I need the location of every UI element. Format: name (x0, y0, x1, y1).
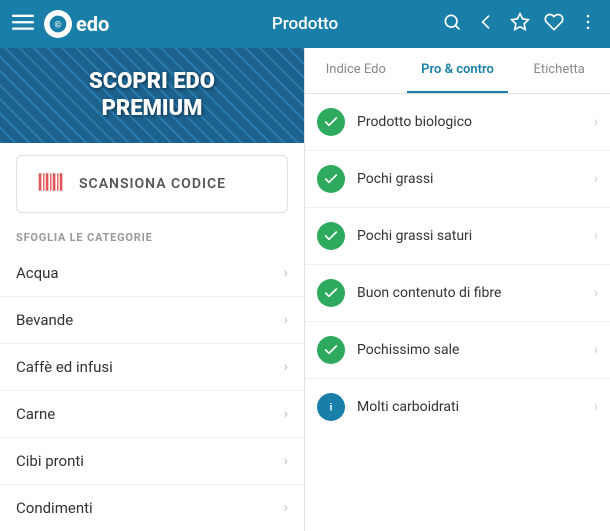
star-icon[interactable] (510, 12, 530, 36)
right-panel: Indice EdoPro & controEtichetta Prodotto… (305, 48, 610, 531)
status-icon-green (317, 108, 345, 136)
chevron-right-icon: › (284, 453, 288, 469)
category-name: Caffè ed infusi (16, 358, 113, 376)
chevron-right-icon: › (594, 114, 598, 130)
main-content: SCOPRI EDO PREMIUM SCANSIONA CODICE SFOG… (0, 48, 610, 531)
status-icon-green (317, 336, 345, 364)
pros-cons-item[interactable]: Pochissimo sale › (305, 322, 610, 379)
pros-cons-list: Prodotto biologico › Pochi grassi › Poch… (305, 94, 610, 531)
page-title: Prodotto (172, 14, 438, 34)
back-icon[interactable] (476, 12, 496, 36)
pros-cons-item[interactable]: Buon contenuto di fibre › (305, 265, 610, 322)
pros-cons-label: Molti carboidrati (357, 399, 582, 415)
logo-text: edo (76, 12, 109, 36)
search-icon[interactable] (442, 12, 462, 36)
nav-right (438, 12, 598, 36)
pros-cons-label: Buon contenuto di fibre (357, 285, 582, 301)
scan-label: SCANSIONA CODICE (79, 176, 226, 192)
status-icon-info: i (317, 393, 345, 421)
category-name: Carne (16, 405, 55, 423)
svg-text:i: i (330, 402, 333, 413)
chevron-right-icon: › (284, 500, 288, 516)
pros-cons-item[interactable]: i Molti carboidrati › (305, 379, 610, 435)
chevron-right-icon: › (594, 228, 598, 244)
top-navigation: © edo Prodotto (0, 0, 610, 48)
chevron-right-icon: › (594, 171, 598, 187)
heart-icon[interactable] (544, 12, 564, 36)
pros-cons-label: Prodotto biologico (357, 114, 582, 130)
status-icon-green (317, 165, 345, 193)
left-panel: SCOPRI EDO PREMIUM SCANSIONA CODICE SFOG… (0, 48, 305, 531)
svg-text:©: © (55, 19, 62, 29)
pros-cons-item[interactable]: Pochi grassi › (305, 151, 610, 208)
pros-cons-label: Pochissimo sale (357, 342, 582, 358)
category-item[interactable]: Condimenti › (0, 485, 304, 531)
tab-indice-edo[interactable]: Indice Edo (305, 48, 407, 93)
status-icon-green (317, 279, 345, 307)
tab-etichetta[interactable]: Etichetta (508, 48, 610, 93)
pros-cons-label: Pochi grassi (357, 171, 582, 187)
category-name: Acqua (16, 264, 59, 282)
chevron-right-icon: › (284, 359, 288, 375)
pros-cons-label: Pochi grassi saturi (357, 228, 582, 244)
promo-banner[interactable]: SCOPRI EDO PREMIUM (0, 48, 304, 143)
status-icon-green (317, 222, 345, 250)
nav-left: © edo (12, 10, 172, 38)
tabs-bar: Indice EdoPro & controEtichetta (305, 48, 610, 94)
chevron-right-icon: › (594, 399, 598, 415)
pros-cons-item[interactable]: Pochi grassi saturi › (305, 208, 610, 265)
logo-circle: © (44, 10, 72, 38)
category-item[interactable]: Bevande › (0, 297, 304, 344)
logo: © edo (44, 10, 109, 38)
promo-text: SCOPRI EDO PREMIUM (89, 69, 215, 122)
category-list: Acqua › Bevande › Caffè ed infusi › Carn… (0, 250, 304, 531)
chevron-right-icon: › (284, 406, 288, 422)
tab-pro--contro[interactable]: Pro & contro (407, 48, 509, 93)
chevron-right-icon: › (594, 342, 598, 358)
category-item[interactable]: Carne › (0, 391, 304, 438)
category-name: Bevande (16, 311, 73, 329)
chevron-right-icon: › (284, 265, 288, 281)
pros-cons-item[interactable]: Prodotto biologico › (305, 94, 610, 151)
category-item[interactable]: Cibi pronti › (0, 438, 304, 485)
barcode-icon (37, 168, 65, 200)
menu-icon[interactable] (12, 11, 34, 38)
more-icon[interactable] (578, 12, 598, 36)
category-item[interactable]: Caffè ed infusi › (0, 344, 304, 391)
chevron-right-icon: › (594, 285, 598, 301)
categories-header: SFOGLIA LE CATEGORIE (0, 225, 304, 250)
category-item[interactable]: Acqua › (0, 250, 304, 297)
category-name: Cibi pronti (16, 452, 84, 470)
scan-button[interactable]: SCANSIONA CODICE (16, 155, 288, 213)
chevron-right-icon: › (284, 312, 288, 328)
category-name: Condimenti (16, 499, 93, 517)
